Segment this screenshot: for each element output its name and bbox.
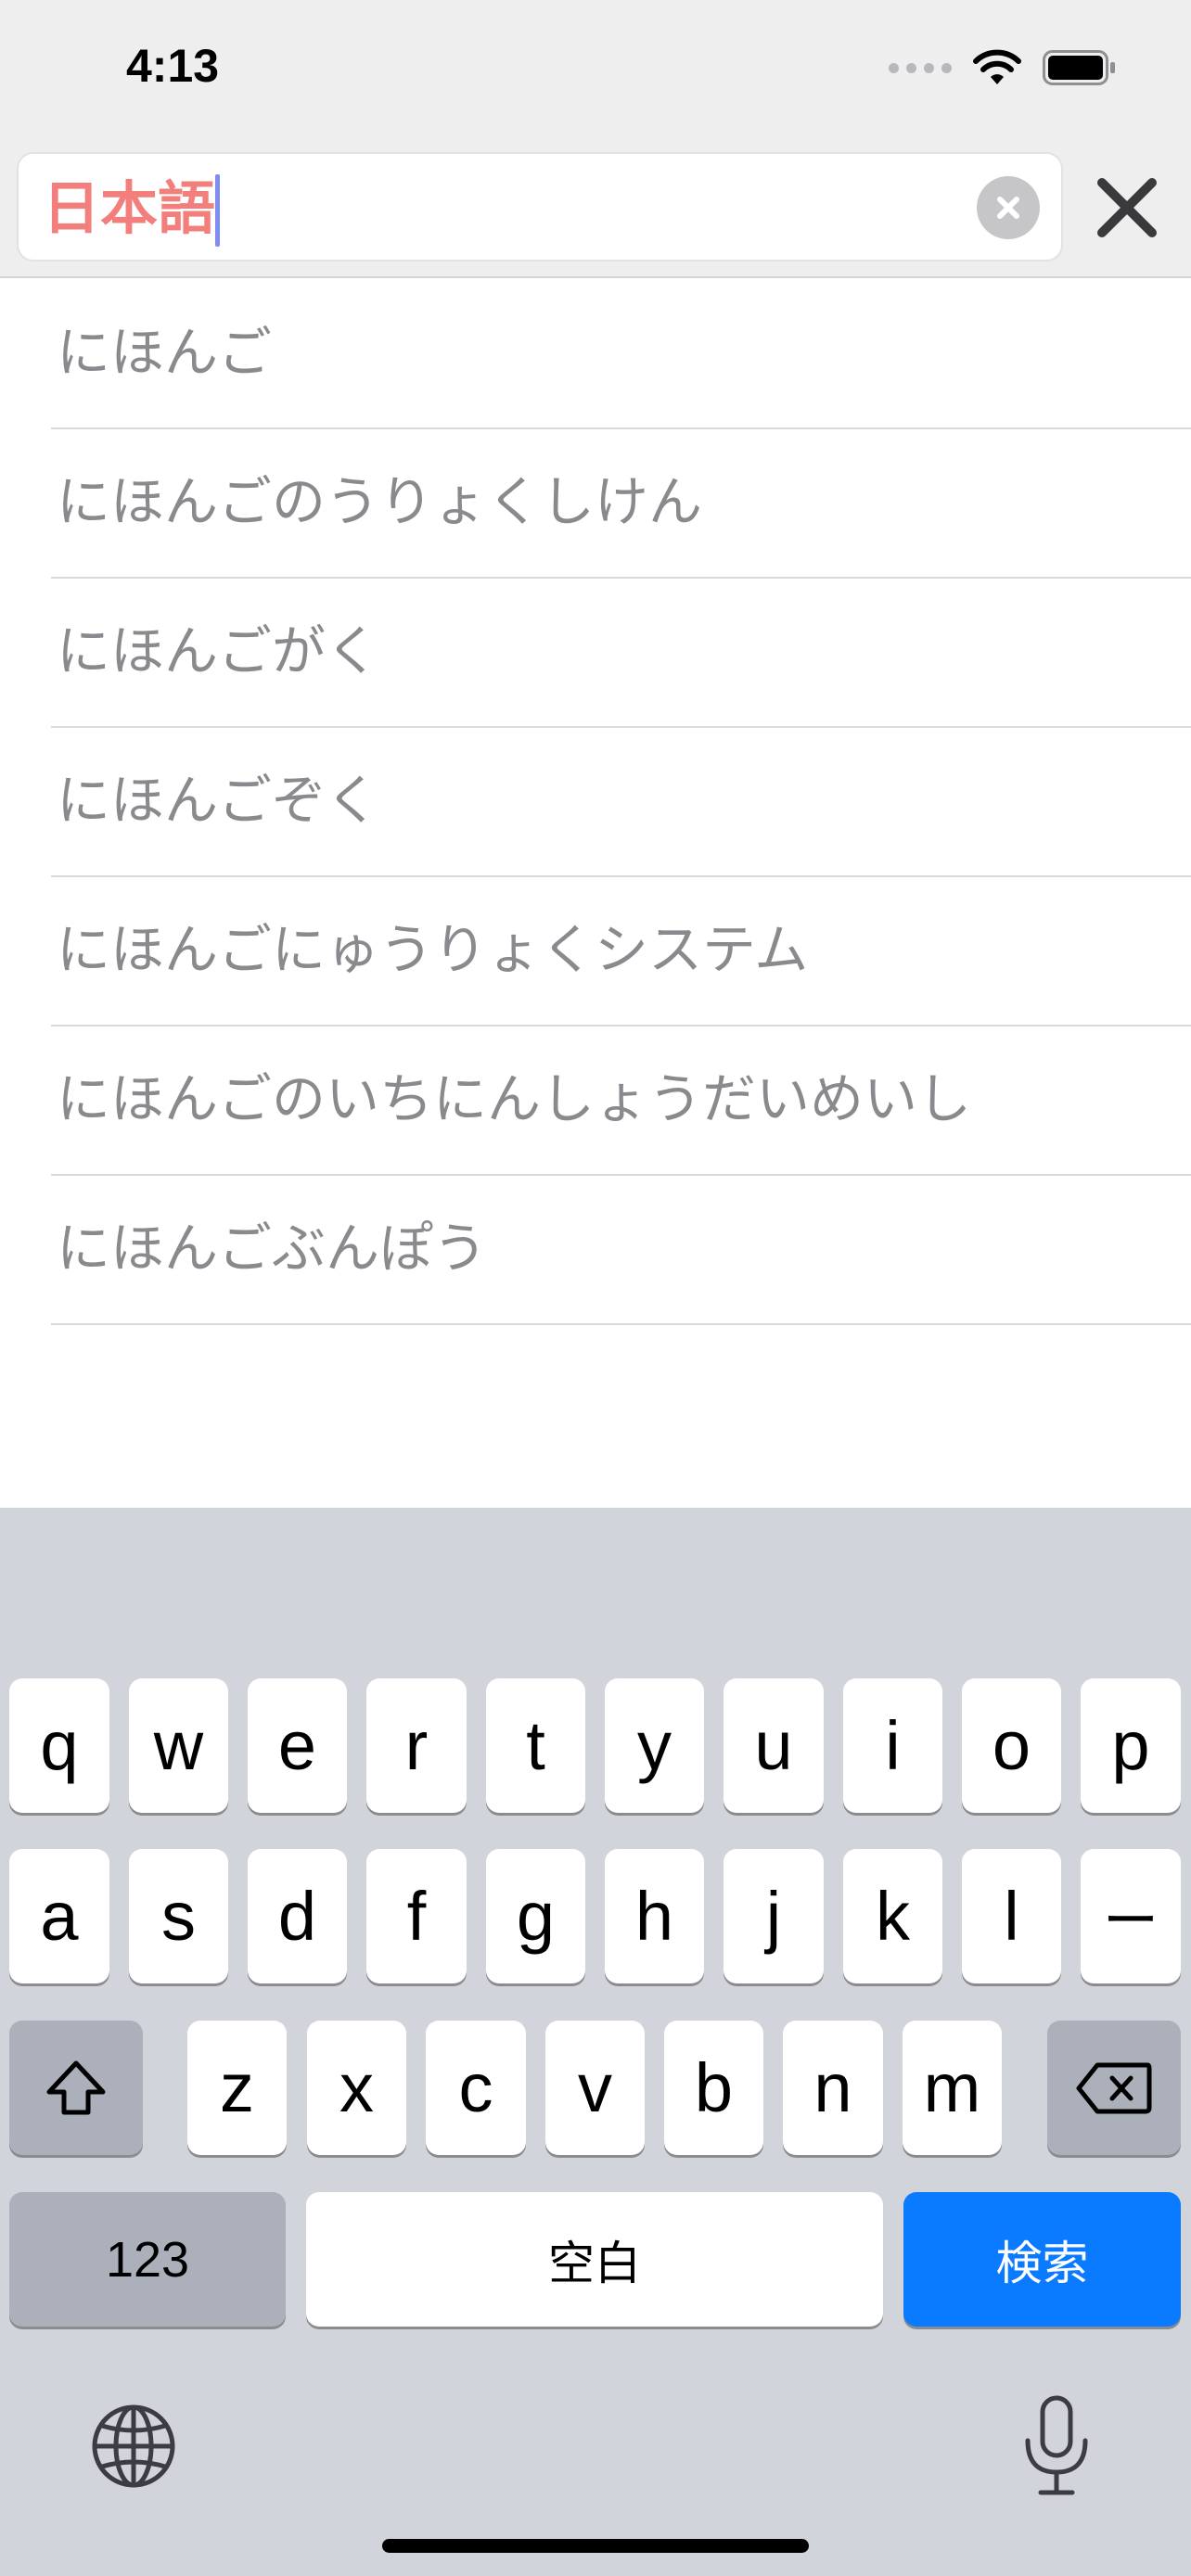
suggestion-item[interactable]: にほんごにゅうりょくシステム [51, 877, 1191, 1027]
key-w[interactable]: w [129, 1678, 228, 1813]
globe-icon[interactable] [89, 2402, 178, 2491]
wifi-icon [973, 49, 1021, 84]
text-caret [215, 174, 220, 247]
suggestion-list: にほんご にほんごのうりょくしけん にほんごがく にほんごぞく にほんごにゅうり… [0, 280, 1191, 1325]
key-k[interactable]: k [843, 1849, 942, 1983]
key-b[interactable]: b [664, 2021, 763, 2155]
clear-x-icon [997, 197, 1019, 219]
key-g[interactable]: g [486, 1849, 585, 1983]
key-j[interactable]: j [724, 1849, 824, 1983]
numbers-key[interactable]: 123 [9, 2192, 286, 2327]
home-indicator[interactable] [382, 2539, 809, 2553]
key-t[interactable]: t [486, 1678, 585, 1813]
key-m[interactable]: m [903, 2021, 1002, 2155]
suggestion-item[interactable]: にほんごぶんぽう [51, 1176, 1191, 1325]
key-z[interactable]: z [187, 2021, 287, 2155]
key-i[interactable]: i [843, 1678, 942, 1813]
key-r[interactable]: r [366, 1678, 467, 1813]
key-n[interactable]: n [783, 2021, 883, 2155]
suggestion-item[interactable]: にほんご [51, 280, 1191, 429]
backspace-icon [1076, 2062, 1152, 2113]
shift-key[interactable] [9, 2021, 143, 2155]
key-y[interactable]: y [605, 1678, 704, 1813]
key-o[interactable]: o [962, 1678, 1061, 1813]
suggestion-item[interactable]: にほんごのうりょくしけん [51, 429, 1191, 579]
suggestion-item[interactable]: にほんごのいちにんしょうだいめいし [51, 1027, 1191, 1176]
suggestion-item[interactable]: にほんごがく [51, 579, 1191, 728]
cellular-signal-icon [889, 62, 952, 73]
key-c[interactable]: c [426, 2021, 526, 2155]
search-key[interactable]: 検索 [903, 2192, 1181, 2327]
key-long-vowel[interactable]: ー [1081, 1849, 1181, 1983]
key-a[interactable]: a [9, 1849, 109, 1983]
key-d[interactable]: d [248, 1849, 347, 1983]
suggestion-item[interactable]: にほんごぞく [51, 728, 1191, 877]
key-l[interactable]: l [962, 1849, 1061, 1983]
delete-key[interactable] [1047, 2021, 1181, 2155]
search-input[interactable]: 日本語 [17, 152, 1063, 261]
cancel-search-button[interactable] [1095, 172, 1159, 243]
microphone-icon[interactable] [1018, 2394, 1095, 2498]
key-p[interactable]: p [1081, 1678, 1181, 1813]
key-u[interactable]: u [724, 1678, 824, 1813]
key-q[interactable]: q [9, 1678, 109, 1813]
space-key[interactable]: 空白 [306, 2192, 883, 2327]
key-e[interactable]: e [248, 1678, 347, 1813]
clear-text-button[interactable] [977, 176, 1040, 239]
close-icon [1097, 178, 1157, 237]
key-s[interactable]: s [129, 1849, 228, 1983]
battery-icon [1043, 50, 1115, 85]
key-f[interactable]: f [366, 1849, 467, 1983]
shift-arrow-icon [46, 2060, 106, 2114]
status-time: 4:13 [126, 40, 220, 92]
status-icons [889, 45, 1117, 91]
key-v[interactable]: v [545, 2021, 645, 2155]
key-h[interactable]: h [605, 1849, 704, 1983]
key-x[interactable]: x [307, 2021, 406, 2155]
search-query-text: 日本語 [43, 174, 216, 242]
